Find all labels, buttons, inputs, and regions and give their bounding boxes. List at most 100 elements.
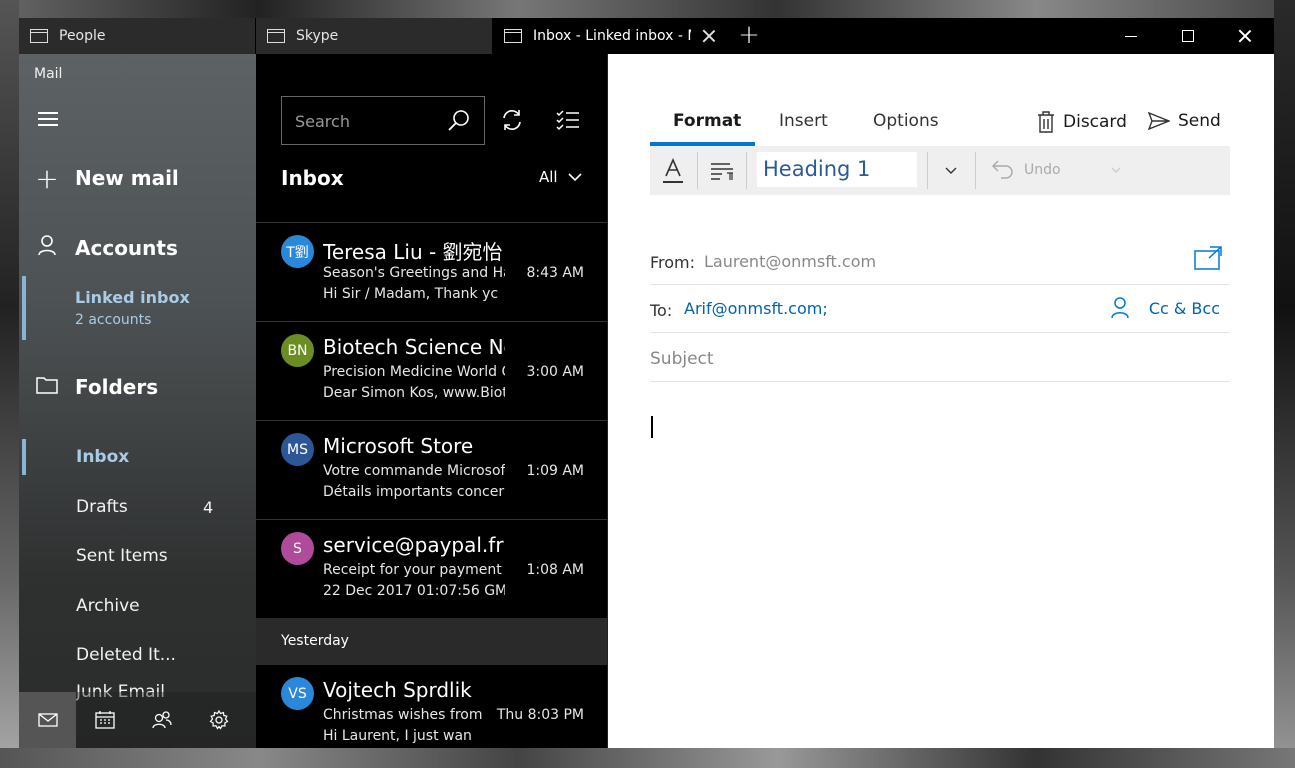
discard-label: Discard [1063,112,1127,132]
message-list-pane: Search Inbox All T劉 Teresa Liu - 劉宛怡 Sea… [256,54,608,748]
message-sender: Vojtech Sprdlik [323,678,472,702]
to-value[interactable]: Arif@onmsft.com; [684,299,828,318]
message-preview: Hi Laurent, I just wan [323,728,472,744]
people-icon[interactable] [133,692,190,748]
maximize-icon [1182,30,1194,42]
mail-window: People Skype Inbox - Linked inbox - M + … [19,18,1274,748]
minimize-button[interactable] [1103,18,1159,54]
send-button[interactable]: Send [1148,111,1221,131]
cc-bcc-link[interactable]: Cc & Bcc [1149,299,1220,318]
font-color-button[interactable] [650,146,696,195]
tab-format[interactable]: Format [673,111,741,131]
message-time: 1:09 AM [526,463,584,479]
chevron-down-icon [568,173,582,181]
folder-sent-items[interactable]: Sent Items [19,536,256,576]
selection-mode-icon[interactable] [556,109,580,135]
message-subject: Christmas wishes from [323,707,483,723]
close-window-button[interactable] [1217,18,1273,54]
style-dropdown-button[interactable] [928,146,974,195]
close-icon [1237,28,1253,44]
folder-title: Inbox [281,166,344,190]
tab-skype[interactable]: Skype [256,18,493,54]
message-subject: Precision Medicine World C [323,364,505,380]
mail-icon[interactable] [19,692,76,748]
trash-icon [1038,111,1054,133]
folders-button[interactable]: Folders [19,369,256,405]
avatar: BN [281,334,314,367]
tab-title: Inbox - Linked inbox - M [533,28,691,44]
message-subject: Season's Greetings and Ha [323,265,505,281]
folder-inbox[interactable]: Inbox [19,437,256,477]
message-item[interactable]: VS Vojtech Sprdlik Christmas wishes from… [256,665,608,748]
message-item[interactable]: T劉 Teresa Liu - 劉宛怡 Season's Greetings a… [256,222,608,321]
tab-title: Skype [296,28,339,44]
date-group-header: Yesterday [256,618,608,665]
calendar-icon[interactable] [76,692,133,748]
tab-insert[interactable]: Insert [779,111,828,131]
subject-input[interactable]: Subject [650,349,714,369]
filter-label: All [539,168,558,186]
message-sender: service@paypal.fr [323,533,504,557]
folder-label: Deleted It... [76,645,176,665]
tab-people[interactable]: People [19,18,256,54]
linked-accounts-count: 2 accounts [75,312,152,328]
message-sender: Microsoft Store [323,434,474,458]
linked-inbox-item[interactable]: Linked inbox 2 accounts [19,276,256,340]
tab-inbox[interactable]: Inbox - Linked inbox - M [493,18,729,54]
person-icon[interactable] [1110,297,1130,323]
filter-dropdown[interactable]: All [539,168,582,186]
window-icon [30,29,48,43]
window-icon [267,29,285,43]
folder-archive[interactable]: Archive [19,586,256,626]
folder-deleted-items[interactable]: Deleted It... [19,635,256,675]
date-group-label: Yesterday [281,633,349,649]
pop-out-icon[interactable] [1194,246,1222,274]
close-icon[interactable] [701,28,717,44]
from-field[interactable]: From: Laurent@onmsft.com [650,237,1230,285]
avatar: T劉 [281,235,314,268]
new-mail-button[interactable]: + New mail [19,160,256,196]
tab-title: People [59,28,106,44]
text-style-dropdown[interactable]: Heading 1 [757,152,917,187]
avatar: VS [281,677,314,710]
window-icon [504,29,522,43]
message-item[interactable]: BN Biotech Science New Precision Medicin… [256,321,608,420]
search-box[interactable]: Search [281,96,485,145]
message-preview: Hi Sir / Madam, Thank yc [323,286,499,302]
paragraph-format-button[interactable] [699,146,745,195]
search-icon[interactable] [448,109,470,135]
discard-button[interactable]: Discard [1037,111,1127,133]
undo-button[interactable]: Undo [992,160,1121,180]
message-preview: 22 Dec 2017 01:07:56 GMT [323,583,505,599]
folder-junk-email[interactable]: Junk Email [19,682,256,702]
undo-icon [992,160,1013,179]
avatar: MS [281,433,314,466]
chevron-down-icon [1111,167,1121,173]
hamburger-menu-icon[interactable] [38,112,58,126]
folder-label: Drafts [76,497,128,517]
folder-drafts[interactable]: Drafts 4 [19,487,256,527]
from-label: From: [650,253,696,272]
linked-inbox-label: Linked inbox [75,288,190,307]
compose-pane: Format Insert Options Discard Send Headi… [608,54,1274,748]
search-input[interactable]: Search [295,112,350,131]
message-item[interactable]: MS Microsoft Store Votre commande Micros… [256,420,608,519]
title-bar: People Skype Inbox - Linked inbox - M + [19,18,1274,54]
message-subject: Votre commande Microsof [323,463,505,479]
message-body-editor[interactable] [650,394,1230,734]
format-toolbar: Heading 1 Undo [650,146,1230,195]
accounts-button[interactable]: Accounts [19,230,256,266]
new-mail-label: New mail [75,166,179,190]
settings-gear-icon[interactable] [190,692,247,748]
new-tab-button[interactable]: + [731,18,767,54]
selection-indicator [22,439,26,475]
maximize-button[interactable] [1160,18,1216,54]
sync-icon[interactable] [500,108,524,136]
minimize-icon [1125,35,1137,37]
tab-options[interactable]: Options [873,111,939,131]
subject-field[interactable]: Subject [650,334,1230,382]
folders-label: Folders [75,375,159,399]
to-field[interactable]: To: Arif@onmsft.com; Cc & Bcc [650,285,1230,333]
message-sender: Teresa Liu - 劉宛怡 [323,240,503,264]
message-item[interactable]: S service@paypal.fr Receipt for your pay… [256,519,608,618]
